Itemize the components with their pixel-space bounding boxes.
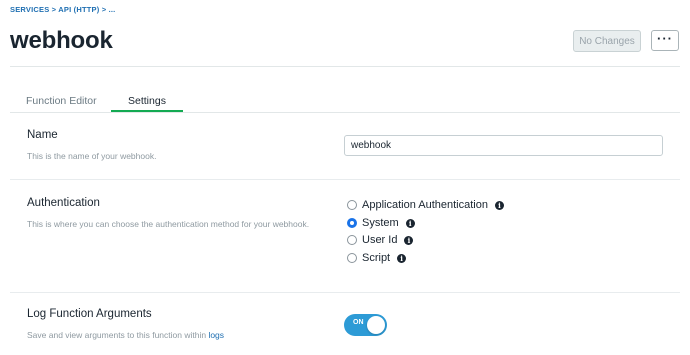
log-arguments-description: Save and view arguments to this function… — [27, 330, 224, 340]
no-changes-button[interactable]: No Changes — [573, 30, 641, 52]
auth-option-label: System — [362, 217, 399, 229]
auth-option-user-id[interactable]: User Id i — [347, 233, 414, 247]
log-arguments-toggle[interactable]: ON — [344, 314, 387, 336]
auth-option-application-authentication[interactable]: Application Authentication i — [347, 198, 504, 212]
info-icon[interactable]: i — [397, 253, 407, 263]
radio-button[interactable] — [347, 200, 357, 210]
more-options-button[interactable]: ··· — [651, 30, 679, 51]
name-section-title: Name — [27, 129, 58, 141]
radio-button-checked[interactable] — [347, 218, 357, 228]
info-icon[interactable]: i — [404, 235, 414, 245]
auth-option-script[interactable]: Script i — [347, 251, 407, 265]
tab-function-editor[interactable]: Function Editor — [26, 95, 97, 107]
header-divider — [10, 66, 680, 67]
logs-link[interactable]: logs — [208, 330, 224, 340]
info-icon[interactable]: i — [494, 200, 504, 210]
auth-option-label: Script — [362, 252, 391, 264]
toggle-knob[interactable] — [367, 316, 385, 334]
section-divider — [10, 292, 680, 293]
authentication-section-title: Authentication — [27, 197, 100, 209]
authentication-section-description: This is where you can choose the authent… — [27, 219, 310, 229]
tab-settings[interactable]: Settings — [128, 95, 166, 107]
log-arguments-section-title: Log Function Arguments — [27, 308, 152, 320]
toggle-state-label: ON — [353, 319, 364, 326]
auth-option-system[interactable]: System i — [347, 216, 415, 230]
breadcrumb[interactable]: SERVICES > API (HTTP) > ... — [10, 5, 115, 14]
auth-option-label: User Id — [362, 234, 398, 246]
auth-option-label: Application Authentication — [362, 199, 488, 211]
info-icon[interactable]: i — [405, 218, 415, 228]
log-arguments-description-text: Save and view arguments to this function… — [27, 330, 209, 340]
webhook-name-input[interactable] — [344, 135, 663, 156]
section-divider — [10, 179, 680, 180]
page-title: webhook — [10, 27, 113, 54]
radio-button[interactable] — [347, 253, 357, 263]
name-section-description: This is the name of your webhook. — [27, 151, 157, 161]
tabs-divider — [10, 112, 680, 113]
radio-button[interactable] — [347, 235, 357, 245]
